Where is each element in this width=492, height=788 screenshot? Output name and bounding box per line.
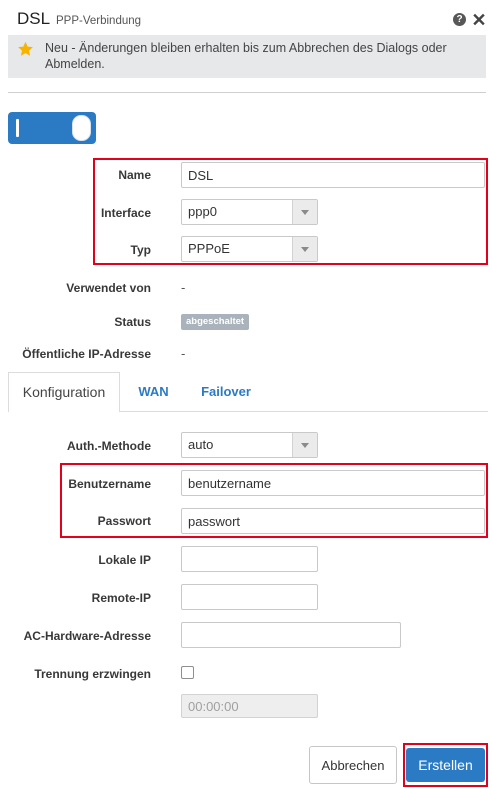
chevron-down-icon [301,210,309,215]
toggle-on-indicator [16,119,19,137]
close-icon[interactable] [473,13,485,26]
used-by-value: - [181,280,186,295]
username-label: Benutzername [68,477,151,491]
disconnect-time-input [181,694,318,718]
interface-select-value: ppp0 [188,204,217,219]
ac-hw-address-input[interactable] [181,622,401,648]
name-input[interactable] [181,162,485,188]
interface-label: Interface [100,206,151,220]
local-ip-label: Lokale IP [98,553,151,567]
status-label: Status [114,315,151,329]
username-input[interactable] [181,470,485,496]
notice-box: Neu - Änderungen bleiben erhalten bis zu… [8,35,486,78]
remote-ip-input[interactable] [181,584,318,610]
tab-wan[interactable]: WAN [120,372,187,412]
name-label: Name [118,168,151,182]
used-by-label: Verwendet von [66,281,151,295]
password-label: Passwort [97,514,151,528]
create-button[interactable]: Erstellen [406,748,485,782]
cancel-button[interactable]: Abbrechen [309,746,397,784]
auth-method-select-arrow[interactable] [292,433,317,457]
toggle-knob[interactable] [72,115,91,141]
notice-text: Neu - Änderungen bleiben erhalten bis zu… [45,41,447,71]
chevron-down-icon [301,247,309,252]
ac-hw-address-label: AC-Hardware-Adresse [23,629,151,643]
typ-select[interactable]: PPPoE [181,236,318,262]
local-ip-input[interactable] [181,546,318,572]
public-ip-value: - [181,346,186,361]
star-icon-shape [18,41,33,56]
star-icon [18,41,33,56]
remote-ip-label: Remote-IP [91,591,151,605]
dialog-title: DSL [17,9,51,28]
auth-method-select-value: auto [188,437,214,452]
password-input[interactable] [181,508,485,534]
status-badge: abgeschaltet [181,314,250,330]
chevron-down-icon [301,443,309,448]
enabled-toggle[interactable] [8,112,96,144]
tab-bar-border [120,411,488,412]
auth-method-label: Auth.-Methode [67,439,151,453]
public-ip-label: Öffentliche IP-Adresse [22,347,151,361]
dialog-subtitle: PPP-Verbindung [56,15,142,27]
typ-label: Typ [130,243,151,257]
divider [8,92,486,93]
help-circle-icon[interactable] [453,13,466,26]
tab-konfiguration[interactable]: Konfiguration [8,372,120,412]
auth-method-select[interactable]: auto [181,432,318,458]
tab-failover[interactable]: Failover [187,372,265,412]
force-disconnect-checkbox[interactable] [181,666,194,679]
typ-select-value: PPPoE [188,241,230,256]
force-disconnect-label: Trennung erzwingen [34,667,151,681]
interface-select[interactable]: ppp0 [181,199,318,225]
typ-select-arrow[interactable] [292,237,317,261]
interface-select-arrow[interactable] [292,200,317,224]
